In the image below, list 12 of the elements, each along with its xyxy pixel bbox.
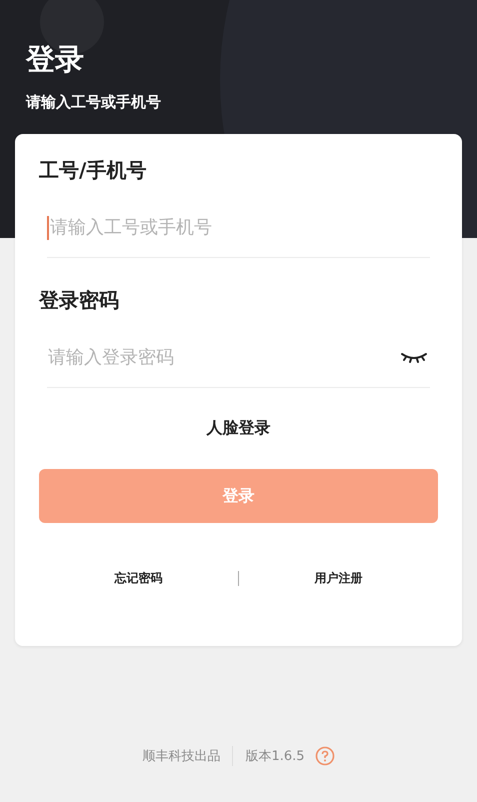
face-login-link[interactable]: 人脸登录 <box>206 418 270 439</box>
field-label: 登录密码 <box>39 287 119 314</box>
page-subtitle: 请输入工号或手机号 <box>26 92 161 112</box>
text-link[interactable]: 忘记密码 <box>39 570 238 587</box>
page-title: 登录 <box>26 41 84 78</box>
field-label: 工号/手机号 <box>39 157 146 184</box>
text-link[interactable]: 用户注册 <box>239 570 438 587</box>
input-field[interactable]: 请输入工号或手机号 <box>49 217 430 238</box>
company-credit: 顺丰科技出品 <box>142 748 220 765</box>
input-field[interactable]: 请输入登录密码 <box>47 347 400 368</box>
closed-eye-icon[interactable] <box>400 350 428 364</box>
version-text: 版本1.6.5 <box>245 748 305 765</box>
